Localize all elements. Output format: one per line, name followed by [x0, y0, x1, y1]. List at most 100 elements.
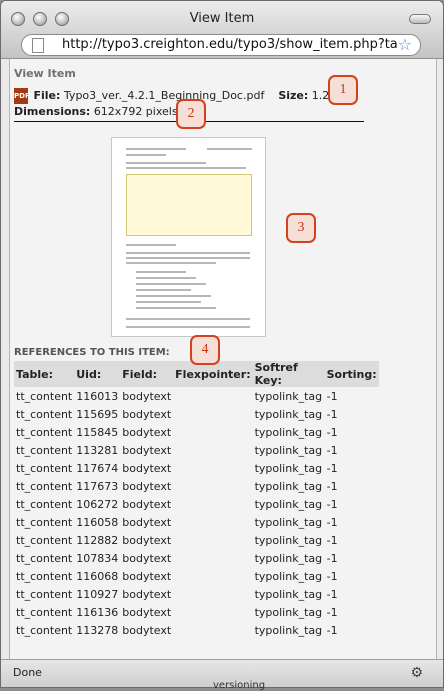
thumb-line [126, 162, 206, 164]
thumb-line [136, 295, 211, 297]
cell-softref-key: typolink_tag [254, 551, 323, 565]
cell-uid: 113278 [76, 623, 119, 637]
cell-softref-key: typolink_tag [254, 515, 323, 529]
cell-uid: 116013 [76, 389, 119, 403]
thumb-line [136, 301, 201, 303]
thumb-line [126, 154, 166, 156]
star-icon[interactable]: ☆ [398, 35, 412, 54]
cell-sorting: -1 [326, 551, 338, 565]
cell-flexpointer [173, 513, 252, 531]
references-title: REFERENCES TO THIS ITEM: [14, 347, 170, 358]
cell-sorting: -1 [326, 497, 338, 511]
cell-flexpointer [173, 387, 252, 405]
callout-marker-2: 2 [176, 99, 206, 129]
thumb-line [207, 148, 252, 150]
cell-field: bodytext [122, 587, 172, 601]
window-title: View Item [189, 11, 255, 26]
thumb-line [126, 326, 250, 328]
cell-uid: 116068 [76, 569, 119, 583]
thumb-line [126, 257, 250, 259]
title-bar: View Item http://typo3.creighton.edu/typ… [1, 1, 443, 59]
page-icon [32, 38, 44, 53]
cell-field: bodytext [122, 605, 172, 619]
table-row: tt_content 117673 bodytext typolink_tag -1 [14, 477, 379, 495]
cell-sorting: -1 [326, 461, 338, 475]
references-table-body: tt_content 116013 bodytext typolink_tag -1 tt… [14, 387, 379, 639]
cell-field: bodytext [122, 461, 172, 475]
url-text[interactable]: http://typo3.creighton.edu/typo3/show_it… [62, 37, 398, 52]
table-row: tt_content 116136 bodytext typolink_tag -1 [14, 603, 379, 621]
cell-uid: 117674 [76, 461, 119, 475]
cell-softref-key: typolink_tag [254, 569, 323, 583]
column-header-uid: Uid: [74, 361, 121, 387]
thumb-line [126, 318, 250, 320]
cell-uid: 116136 [76, 605, 119, 619]
cell-softref-key: typolink_tag [254, 425, 323, 439]
cell-uid: 115695 [76, 407, 119, 421]
cell-softref-key: typolink_tag [254, 497, 323, 511]
column-header-softref-key: Softref Key: [252, 361, 325, 387]
cell-flexpointer [173, 459, 252, 477]
table-row: tt_content 112882 bodytext typolink_tag -1 [14, 531, 379, 549]
cell-uid: 116058 [76, 515, 119, 529]
cell-sorting: -1 [326, 389, 338, 403]
table-row: tt_content 116058 bodytext typolink_tag -1 [14, 513, 379, 531]
cell-table: tt_content [16, 425, 73, 439]
thumb-line [126, 148, 186, 150]
cell-uid: 112882 [76, 533, 119, 547]
cell-sorting: -1 [326, 407, 338, 421]
size-label: Size: [278, 89, 309, 102]
cell-field: bodytext [122, 407, 172, 421]
callout-marker-4: 4 [190, 335, 220, 365]
address-bar[interactable]: http://typo3.creighton.edu/typo3/show_it… [21, 34, 421, 56]
cell-flexpointer [173, 495, 252, 513]
page-content: View Item PDF File: Typo3_ver._4.2.1_Beg… [9, 59, 437, 661]
cell-field: bodytext [122, 515, 172, 529]
cell-softref-key: typolink_tag [254, 443, 323, 457]
cell-softref-key: typolink_tag [254, 479, 323, 493]
cell-sorting: -1 [326, 425, 338, 439]
file-name: Typo3_ver._4.2.1_Beginning_Doc.pdf [63, 89, 265, 102]
thumb-line [136, 289, 191, 291]
cell-table: tt_content [16, 623, 73, 637]
cell-table: tt_content [16, 551, 73, 565]
cell-sorting: -1 [326, 569, 338, 583]
cell-table: tt_content [16, 407, 73, 421]
cell-field: bodytext [122, 389, 172, 403]
cell-field: bodytext [122, 479, 172, 493]
cell-table: tt_content [16, 389, 73, 403]
document-thumbnail[interactable] [111, 137, 266, 337]
cell-uid: 106272 [76, 497, 119, 511]
cell-flexpointer [173, 603, 252, 621]
thumb-table [126, 174, 252, 236]
callout-marker-1: 1 [328, 75, 358, 105]
cell-field: bodytext [122, 623, 172, 637]
column-header-sorting: Sorting: [324, 361, 379, 387]
toolbar-toggle-button[interactable] [409, 14, 431, 24]
gear-icon[interactable]: ⚙ [410, 665, 423, 681]
cell-flexpointer [173, 477, 252, 495]
table-row: tt_content 115845 bodytext typolink_tag -1 [14, 423, 379, 441]
table-row: tt_content 117674 bodytext typolink_tag -1 [14, 459, 379, 477]
cell-table: tt_content [16, 497, 73, 511]
dimensions-label: Dimensions: [14, 105, 91, 118]
callout-marker-3: 3 [286, 213, 316, 243]
cell-flexpointer [173, 585, 252, 603]
cell-flexpointer [173, 441, 252, 459]
references-table: Table: Uid: Field: Flexpointer: Softref … [14, 361, 379, 639]
thumb-line [136, 283, 206, 285]
cell-uid: 117673 [76, 479, 119, 493]
file-label: File: [33, 89, 61, 102]
cell-flexpointer [173, 549, 252, 567]
cell-flexpointer [173, 567, 252, 585]
cell-table: tt_content [16, 461, 73, 475]
cell-uid: 113281 [76, 443, 119, 457]
page-title: View Item [14, 67, 76, 80]
cell-flexpointer [173, 621, 252, 639]
thumb-line [126, 167, 246, 169]
cell-softref-key: typolink_tag [254, 587, 323, 601]
cell-table: tt_content [16, 587, 73, 601]
cell-uid: 115845 [76, 425, 119, 439]
cell-flexpointer [173, 405, 252, 423]
table-row: tt_content 113281 bodytext typolink_tag -1 [14, 441, 379, 459]
